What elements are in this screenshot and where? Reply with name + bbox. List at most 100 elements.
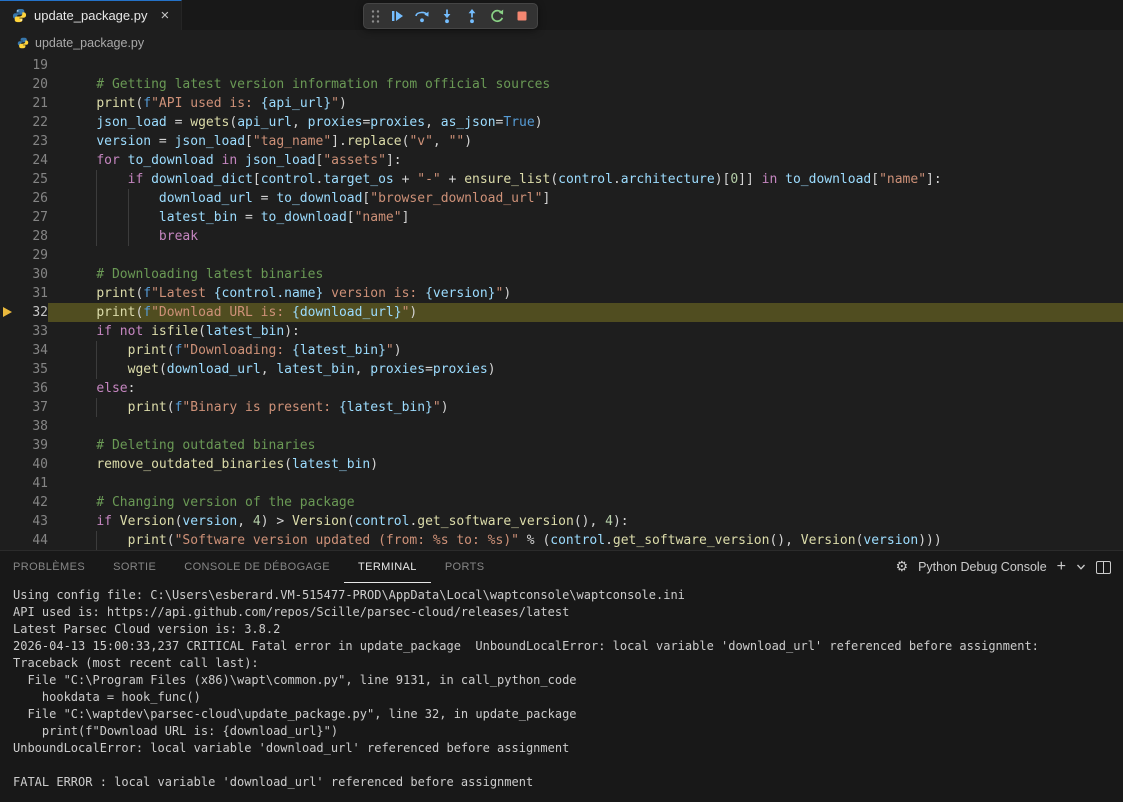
gutter[interactable]: 19 xyxy=(0,56,65,75)
debug-restart-icon[interactable] xyxy=(485,5,508,27)
line-number[interactable]: 38 xyxy=(0,417,48,436)
code-line[interactable]: 24 for to_download in json_load["assets"… xyxy=(0,151,1123,170)
gutter[interactable]: 29 xyxy=(0,246,65,265)
breadcrumb-file[interactable]: update_package.py xyxy=(35,36,144,50)
panel-tab-debug-console[interactable]: CONSOLE DE DÉBOGAGE xyxy=(170,551,344,583)
line-number[interactable]: 33 xyxy=(0,322,48,341)
code-line-content[interactable]: print(f"Binary is present: {latest_bin}"… xyxy=(65,398,1123,417)
gutter[interactable]: 33 xyxy=(0,322,65,341)
gutter[interactable]: 26 xyxy=(0,189,65,208)
line-number[interactable]: 30 xyxy=(0,265,48,284)
gutter[interactable]: 27 xyxy=(0,208,65,227)
code-line[interactable]: 44 print("Software version updated (from… xyxy=(0,531,1123,550)
gutter[interactable]: 30 xyxy=(0,265,65,284)
code-line-content[interactable]: version = json_load["tag_name"].replace(… xyxy=(65,132,1123,151)
code-line[interactable]: 40 remove_outdated_binaries(latest_bin) xyxy=(0,455,1123,474)
gutter[interactable]: 34 xyxy=(0,341,65,360)
code-line[interactable]: 38 xyxy=(0,417,1123,436)
code-line-content[interactable] xyxy=(65,474,1123,493)
code-line-content[interactable]: print(f"Latest {control.name} version is… xyxy=(65,284,1123,303)
code-line-content[interactable]: if download_dict[control.target_os + "-"… xyxy=(65,170,1123,189)
gutter[interactable]: 20 xyxy=(0,75,65,94)
gutter[interactable]: 43 xyxy=(0,512,65,531)
code-line[interactable]: 43 if Version(version, 4) > Version(cont… xyxy=(0,512,1123,531)
code-line-content[interactable]: print("Software version updated (from: %… xyxy=(65,531,1123,550)
gear-icon[interactable]: ⚙ xyxy=(896,559,909,575)
code-line-content[interactable]: # Getting latest version information fro… xyxy=(65,75,1123,94)
gutter[interactable]: 35 xyxy=(0,360,65,379)
code-line[interactable]: 27 latest_bin = to_download["name"] xyxy=(0,208,1123,227)
line-number[interactable]: 24 xyxy=(0,151,48,170)
code-line-content[interactable]: else: xyxy=(65,379,1123,398)
code-line[interactable]: 39 # Deleting outdated binaries xyxy=(0,436,1123,455)
code-line-content[interactable]: wget(download_url, latest_bin, proxies=p… xyxy=(65,360,1123,379)
code-line[interactable]: 19 xyxy=(0,56,1123,75)
line-number[interactable]: 43 xyxy=(0,512,48,531)
line-number[interactable]: 28 xyxy=(0,227,48,246)
gutter[interactable]: 25 xyxy=(0,170,65,189)
code-line-content[interactable]: if not isfile(latest_bin): xyxy=(65,322,1123,341)
code-line-content[interactable]: latest_bin = to_download["name"] xyxy=(65,208,1123,227)
code-line[interactable]: 21 print(f"API used is: {api_url}") xyxy=(0,94,1123,113)
code-line-content[interactable]: remove_outdated_binaries(latest_bin) xyxy=(65,455,1123,474)
panel-tab-ports[interactable]: PORTS xyxy=(431,551,499,583)
code-line[interactable]: 29 xyxy=(0,246,1123,265)
panel-tab-output[interactable]: SORTIE xyxy=(99,551,170,583)
close-icon[interactable]: × xyxy=(160,8,169,23)
terminal-output[interactable]: Using config file: C:\Users\esberard.VM-… xyxy=(0,583,1123,802)
code-line[interactable]: 23 version = json_load["tag_name"].repla… xyxy=(0,132,1123,151)
line-number[interactable]: 31 xyxy=(0,284,48,303)
line-number[interactable]: 29 xyxy=(0,246,48,265)
line-number[interactable]: 25 xyxy=(0,170,48,189)
code-line-content[interactable]: print(f"Download URL is: {download_url}"… xyxy=(65,303,1123,322)
code-line[interactable]: 31 print(f"Latest {control.name} version… xyxy=(0,284,1123,303)
gutter[interactable]: 22 xyxy=(0,113,65,132)
line-number[interactable]: 27 xyxy=(0,208,48,227)
line-number[interactable]: 35 xyxy=(0,360,48,379)
split-panel-icon[interactable] xyxy=(1096,561,1111,574)
debug-stop-icon[interactable] xyxy=(510,5,533,27)
line-number[interactable]: 41 xyxy=(0,474,48,493)
chevron-down-icon[interactable] xyxy=(1076,562,1086,572)
debug-step-out-icon[interactable] xyxy=(460,5,483,27)
code-editor[interactable]: 1920 # Getting latest version informatio… xyxy=(0,56,1123,550)
gutter[interactable]: 38 xyxy=(0,417,65,436)
debug-step-over-icon[interactable] xyxy=(410,5,433,27)
gutter[interactable]: 24 xyxy=(0,151,65,170)
gutter[interactable]: 28 xyxy=(0,227,65,246)
code-line-content[interactable]: json_load = wgets(api_url, proxies=proxi… xyxy=(65,113,1123,132)
code-line-content[interactable]: print(f"API used is: {api_url}") xyxy=(65,94,1123,113)
code-line-content[interactable] xyxy=(65,246,1123,265)
code-line[interactable]: 30 # Downloading latest binaries xyxy=(0,265,1123,284)
gutter[interactable]: 37 xyxy=(0,398,65,417)
code-line[interactable]: 22 json_load = wgets(api_url, proxies=pr… xyxy=(0,113,1123,132)
code-line-content[interactable]: download_url = to_download["browser_down… xyxy=(65,189,1123,208)
debug-toolbar-drag-handle-icon[interactable] xyxy=(368,5,383,27)
code-line-content[interactable] xyxy=(65,417,1123,436)
code-line-content[interactable]: print(f"Downloading: {latest_bin}") xyxy=(65,341,1123,360)
code-line[interactable]: 33 if not isfile(latest_bin): xyxy=(0,322,1123,341)
gutter[interactable]: 32 xyxy=(0,303,65,322)
code-line-content[interactable]: break xyxy=(65,227,1123,246)
code-line-content[interactable]: # Downloading latest binaries xyxy=(65,265,1123,284)
line-number[interactable]: 40 xyxy=(0,455,48,474)
line-number[interactable]: 22 xyxy=(0,113,48,132)
gutter[interactable]: 36 xyxy=(0,379,65,398)
gutter[interactable]: 42 xyxy=(0,493,65,512)
line-number[interactable]: 44 xyxy=(0,531,48,550)
line-number[interactable]: 21 xyxy=(0,94,48,113)
code-line[interactable]: 41 xyxy=(0,474,1123,493)
new-terminal-icon[interactable]: + xyxy=(1057,559,1066,575)
line-number[interactable]: 39 xyxy=(0,436,48,455)
code-line[interactable]: 34 print(f"Downloading: {latest_bin}") xyxy=(0,341,1123,360)
debug-step-into-icon[interactable] xyxy=(435,5,458,27)
panel-tab-problems[interactable]: PROBLÈMES xyxy=(13,551,99,583)
code-line[interactable]: 28 break xyxy=(0,227,1123,246)
code-line[interactable]: 35 wget(download_url, latest_bin, proxie… xyxy=(0,360,1123,379)
line-number[interactable]: 42 xyxy=(0,493,48,512)
code-line[interactable]: 20 # Getting latest version information … xyxy=(0,75,1123,94)
line-number[interactable]: 19 xyxy=(0,56,48,75)
gutter[interactable]: 21 xyxy=(0,94,65,113)
panel-tab-terminal[interactable]: TERMINAL xyxy=(344,551,431,583)
code-line-content[interactable]: # Changing version of the package xyxy=(65,493,1123,512)
